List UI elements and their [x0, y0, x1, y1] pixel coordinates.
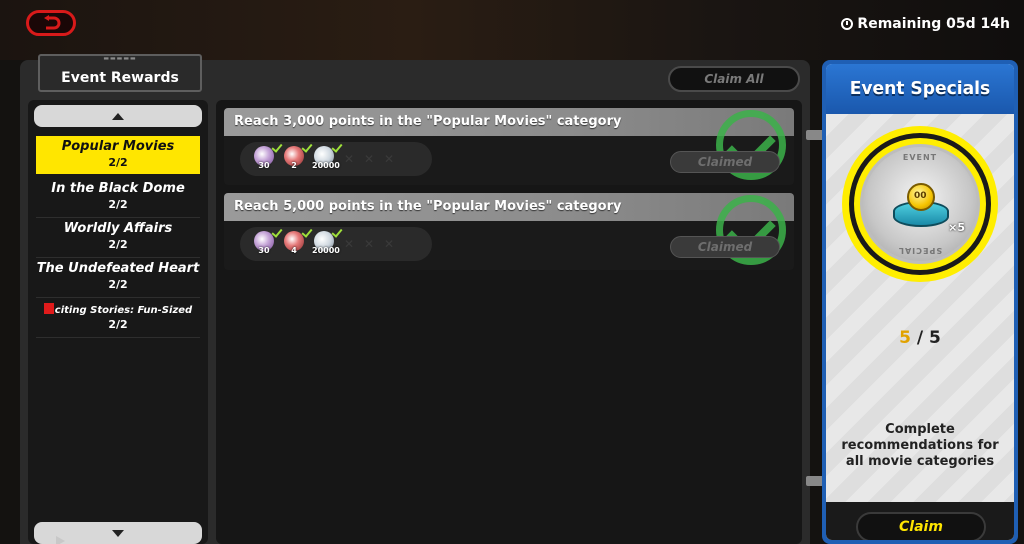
back-button[interactable]	[26, 10, 76, 36]
category-name: In the Black Dome	[51, 181, 185, 196]
category-name: The Undefeated Heart	[36, 261, 200, 276]
claim-all-button[interactable]: Claim All	[668, 66, 800, 92]
reward-qty: 4	[291, 246, 297, 255]
mission-card: Reach 5,000 points in the "Popular Movie…	[224, 193, 794, 270]
category-item-undefeated-heart[interactable]: The Undefeated Heart 2/2	[36, 258, 200, 296]
reward-strip: 30 4 20000 ✕ ✕ ✕	[240, 226, 432, 261]
reward-qty: 20000	[312, 246, 340, 255]
category-count: 2/2	[108, 198, 128, 211]
category-count: 2/2	[108, 156, 128, 169]
category-count: 2/2	[108, 278, 128, 291]
medal-top-text: EVENT	[902, 153, 938, 162]
pointer-icon	[56, 536, 65, 544]
special-medal[interactable]: EVENT ×5 SPECIAL	[842, 126, 998, 282]
medal-ring: EVENT ×5 SPECIAL	[849, 133, 991, 275]
medal-quantity: ×5	[948, 221, 965, 234]
reward-item: 30	[252, 141, 283, 170]
event-rewards-tab[interactable]: ▬▬▬▬▬ Event Rewards	[38, 54, 202, 92]
specials-description: Complete recommendations for all movie c…	[841, 422, 999, 469]
check-icon	[331, 226, 343, 238]
empty-slot-icon: ✕	[344, 237, 355, 251]
progress-current: 5	[899, 328, 911, 348]
chip-top	[907, 183, 935, 211]
reward-item: 20000	[312, 226, 343, 255]
category-item-worldly-affairs[interactable]: Worldly Affairs 2/2	[36, 218, 200, 256]
clock-icon	[841, 18, 854, 30]
category-name: citing Stories: Fun-Sized	[54, 305, 193, 316]
claim-button[interactable]: Claim	[856, 512, 986, 540]
progress-total: 5	[929, 328, 941, 348]
mission-card: Reach 3,000 points in the "Popular Movie…	[224, 108, 794, 185]
scroll-up-button[interactable]	[34, 105, 202, 127]
back-arrow-icon	[44, 15, 61, 30]
mission-header: Reach 5,000 points in the "Popular Movie…	[224, 193, 794, 221]
claimed-button[interactable]: Claimed	[670, 236, 780, 258]
category-name: Worldly Affairs	[63, 221, 173, 236]
reward-qty: 2	[291, 161, 297, 170]
claimed-button[interactable]: Claimed	[670, 151, 780, 173]
mission-title: Reach 5,000 points in the "Popular Movie…	[234, 199, 622, 214]
event-specials-panel: Event Specials EVENT ×5 SPECIAL	[822, 60, 1018, 544]
empty-slot-icon: ✕	[364, 237, 375, 251]
category-name: Popular Movies	[61, 139, 175, 154]
medal-ring: EVENT ×5 SPECIAL	[854, 138, 986, 270]
tab-decoration: ▬▬▬▬▬	[103, 55, 137, 62]
specials-body: Event Specials EVENT ×5 SPECIAL	[826, 64, 1014, 540]
reward-qty: 20000	[312, 161, 340, 170]
specials-header: Event Specials	[826, 64, 1014, 114]
reward-qty: 30	[258, 161, 270, 170]
category-item-black-dome[interactable]: In the Black Dome 2/2	[36, 178, 200, 216]
check-icon	[331, 141, 343, 153]
tab-label: Event Rewards	[61, 70, 179, 86]
reward-item: 2	[282, 141, 313, 170]
mission-header: Reach 3,000 points in the "Popular Movie…	[224, 108, 794, 136]
specials-title: Event Specials	[849, 78, 991, 99]
progress-separator: /	[910, 328, 930, 348]
specials-progress: 5 / 5	[826, 328, 1014, 348]
empty-slot-icon: ✕	[384, 237, 395, 251]
remaining-text: Remaining 05d 14h	[857, 16, 1010, 32]
remaining-time: Remaining 05d 14h	[841, 16, 1010, 32]
check-icon	[301, 226, 313, 238]
check-icon	[271, 141, 283, 153]
category-item-popular-movies[interactable]: Popular Movies 2/2	[36, 136, 200, 174]
arrow-up-icon	[112, 112, 124, 120]
empty-slot-icon: ✕	[344, 152, 355, 166]
reward-qty: 30	[258, 246, 270, 255]
reward-item: 4	[282, 226, 313, 255]
reward-item: 20000	[312, 141, 343, 170]
divider	[36, 337, 200, 338]
category-name-row: citing Stories: Fun-Sized	[36, 303, 200, 316]
category-list: Popular Movies 2/2 In the Black Dome 2/2…	[28, 100, 208, 544]
chip-reward-icon	[893, 183, 949, 229]
empty-slot-icon: ✕	[364, 152, 375, 166]
new-badge-icon	[43, 303, 54, 314]
check-icon	[271, 226, 283, 238]
medal-bottom-text: SPECIAL	[897, 246, 943, 255]
medal-core: EVENT ×5 SPECIAL	[860, 144, 980, 264]
category-item-exciting-stories[interactable]: citing Stories: Fun-Sized 2/2	[36, 298, 200, 336]
arrow-down-icon	[112, 529, 124, 537]
mission-title: Reach 3,000 points in the "Popular Movie…	[234, 114, 622, 129]
category-count: 2/2	[108, 318, 128, 331]
category-count: 2/2	[108, 238, 128, 251]
empty-slot-icon: ✕	[384, 152, 395, 166]
reward-strip: 30 2 20000 ✕ ✕ ✕	[240, 141, 432, 176]
reward-item: 30	[252, 226, 283, 255]
check-icon	[301, 141, 313, 153]
